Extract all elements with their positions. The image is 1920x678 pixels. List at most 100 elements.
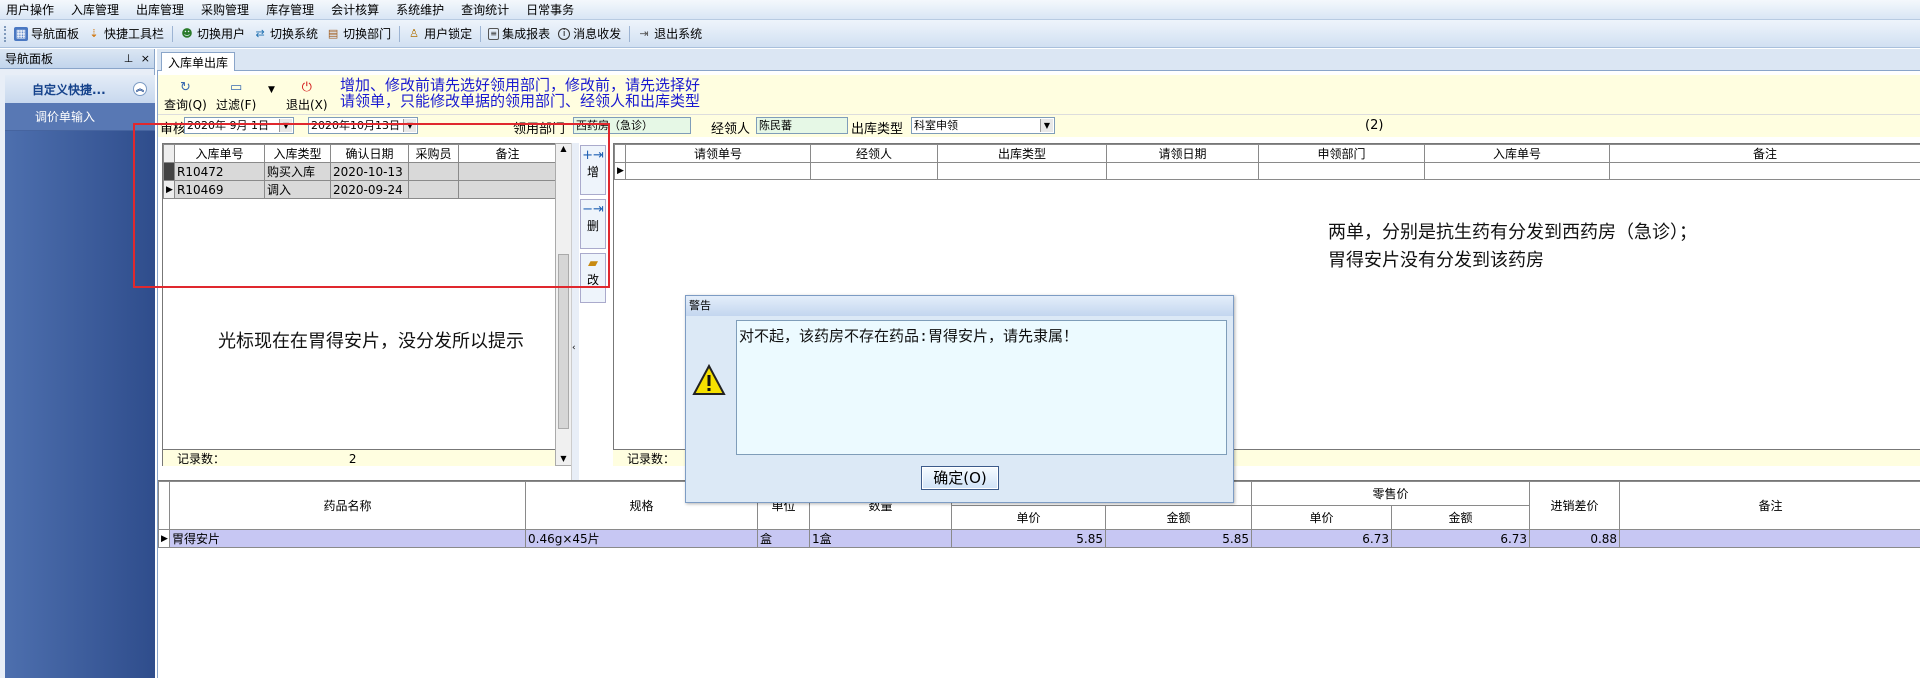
toolbar: ▦ 导航面板 ⇣ 快捷工具栏 ☻ 切换用户 ⇄ 切换系统 ▤ 切换部门 ♙ 用户锁定 ≡ 集成… — [0, 20, 1920, 48]
table-cell[interactable] — [1424, 162, 1610, 180]
toolbar-switch-user[interactable]: ☻ 切换用户 — [180, 25, 245, 42]
query-button[interactable]: ↻ 查询(Q) — [164, 81, 207, 113]
annotation-line-1: 两单，分别是抗生药有分发到西药房（急诊）； — [1328, 222, 1697, 243]
toolbar-user-lock[interactable]: ♙ 用户锁定 — [407, 25, 472, 42]
column-header[interactable]: 单价 — [951, 505, 1106, 530]
table-cell[interactable]: 6.73 — [1251, 529, 1393, 548]
table-cell[interactable]: 0.88 — [1529, 529, 1621, 548]
tools-icon: ⇣ — [89, 27, 99, 40]
scroll-down-icon[interactable]: ▼ — [556, 454, 571, 463]
filter-dropdown-icon[interactable]: ▼ — [268, 85, 275, 95]
toolbar-label: 退出系统 — [654, 27, 703, 41]
nav-group-custom[interactable]: 自定义快捷... ︽ — [5, 75, 155, 103]
table-cell[interactable] — [625, 162, 811, 180]
toolbar-quick-tools[interactable]: ⇣ 快捷工具栏 — [87, 25, 164, 42]
table-cell[interactable]: 5.85 — [951, 529, 1106, 548]
lock-user-icon: ♙ — [409, 27, 420, 40]
nav-group-label: 自定义快捷... — [32, 82, 106, 97]
ok-button[interactable]: 确定(O) — [921, 466, 999, 490]
table-cell[interactable] — [1609, 162, 1920, 180]
warning-icon — [692, 364, 726, 395]
table-cell[interactable] — [1106, 162, 1259, 180]
menu-query[interactable]: 查询统计 — [461, 1, 509, 18]
table-cell[interactable]: 6.73 — [1391, 529, 1531, 548]
toolbar-messages[interactable]: i 消息收发 — [558, 25, 621, 42]
table-cell[interactable]: 胃得安片 — [169, 529, 526, 548]
table-cell[interactable]: 盒 — [757, 529, 810, 548]
menu-outbound[interactable]: 出库管理 — [136, 1, 184, 18]
column-header[interactable]: 进销差价 — [1529, 481, 1621, 530]
table-cell[interactable]: 5.85 — [1104, 529, 1253, 548]
toolbar-label: 切换系统 — [270, 27, 319, 41]
close-icon[interactable]: × — [141, 52, 150, 65]
column-header[interactable]: 入库单号 — [1424, 144, 1610, 163]
record-count-label: 记录数： — [627, 452, 676, 466]
column-header[interactable]: 申领部门 — [1258, 144, 1425, 163]
column-header[interactable]: 出库类型 — [937, 144, 1107, 163]
exit-icon: ⇥ — [639, 27, 649, 40]
power-icon: ⏻ — [301, 80, 312, 95]
table-cell[interactable] — [810, 162, 938, 180]
menu-purchase[interactable]: 采购管理 — [201, 1, 249, 18]
menu-daily[interactable]: 日常事务 — [526, 1, 574, 18]
toolbar-grip[interactable] — [4, 25, 8, 42]
column-header[interactable]: 金额 — [1104, 505, 1253, 530]
column-header[interactable]: 药品名称 — [169, 481, 526, 530]
toolbar-exit[interactable]: ⇥ 退出系统 — [637, 25, 703, 42]
menu-user[interactable]: 用户操作 — [6, 1, 54, 18]
toolbar-label: 快捷工具栏 — [104, 27, 165, 41]
step-marker: (2) — [1365, 118, 1384, 133]
panel-icon: ▦ — [14, 26, 28, 41]
current-row-arrow-icon: ▶ — [158, 529, 170, 548]
pin-icon[interactable]: ⊥ — [124, 52, 134, 65]
column-header[interactable]: 单价 — [1251, 505, 1393, 530]
table-cell[interactable] — [1619, 529, 1920, 548]
menu-accounting[interactable]: 会计核算 — [331, 1, 379, 18]
tab-inbound-outbound[interactable]: 入库单出库 — [161, 52, 236, 72]
table-row[interactable]: ▶ 胃得安片 0.46g×45片 盒 1盒 5.85 5.85 6.73 6.7… — [158, 529, 1920, 548]
column-header[interactable]: 零售价 — [1251, 481, 1531, 506]
toolbar-label: 切换用户 — [197, 27, 246, 41]
refresh-icon: ↻ — [179, 80, 191, 95]
toolbar-nav-panel[interactable]: ▦ 导航面板 — [14, 25, 79, 42]
table-cell[interactable]: 0.46g×45片 — [525, 529, 758, 548]
highlight-box — [133, 123, 610, 288]
type-select[interactable]: 科室申领 ▼ — [911, 117, 1055, 134]
column-header[interactable]: 请领单号 — [625, 144, 811, 163]
toolbar-switch-system[interactable]: ⇄ 切换系统 — [253, 25, 318, 42]
users-icon: ☻ — [181, 27, 193, 40]
column-header[interactable]: 金额 — [1391, 505, 1531, 530]
toolbar-label: 切换部门 — [343, 27, 392, 41]
toolbar-label: 用户锁定 — [424, 27, 473, 41]
toolbar-report[interactable]: ≡ 集成报表 — [488, 25, 550, 42]
tab-strip: 入库单出库 — [157, 49, 1920, 72]
table-cell[interactable]: 1盒 — [809, 529, 952, 548]
column-header[interactable]: 备注 — [1609, 144, 1920, 163]
column-header[interactable]: 请领日期 — [1106, 144, 1259, 163]
dialog-title[interactable]: 警告 — [686, 296, 1233, 316]
table-cell[interactable] — [1258, 162, 1425, 180]
column-header[interactable]: 备注 — [1619, 481, 1920, 530]
report-icon: ≡ — [488, 27, 500, 40]
chevron-down-icon[interactable]: ▼ — [1040, 119, 1053, 132]
toolbar-switch-dept[interactable]: ▤ 切换部门 — [326, 25, 391, 42]
column-header[interactable]: 经领人 — [810, 144, 938, 163]
info-icon: i — [558, 27, 571, 40]
menu-system[interactable]: 系统维护 — [396, 1, 444, 18]
type-value: 科室申领 — [914, 119, 958, 132]
table-row[interactable]: ▶ — [614, 162, 1920, 180]
toolbar-label: 消息收发 — [573, 27, 622, 41]
menu-inbound[interactable]: 入库管理 — [71, 1, 119, 18]
exit-button[interactable]: ⏻ 退出(X) — [286, 81, 328, 113]
table-cell[interactable] — [937, 162, 1107, 180]
nav-panel: 导航面板 ⊥ × 自定义快捷... ︽ 调价单输入 — [0, 49, 155, 678]
chevron-left-icon[interactable]: ‹ — [572, 343, 576, 353]
menu-stock[interactable]: 库存管理 — [266, 1, 314, 18]
toolbar-label: 导航面板 — [31, 27, 80, 41]
filter-button[interactable]: ▭ 过滤(F) — [216, 81, 256, 113]
handler-field[interactable]: 陈民蕃 — [756, 117, 848, 134]
notice-text: 增加、修改前请先选好领用部门，修改前，请先选择好 请领单，只能修改单据的领用部门… — [340, 77, 700, 109]
warning-dialog: 警告 对不起，该药房不存在药品:胃得安片，请先隶属！ 确定(O) — [685, 295, 1234, 503]
current-row-arrow-icon: ▶ — [614, 162, 626, 180]
collapse-icon[interactable]: ︽ — [133, 82, 147, 96]
